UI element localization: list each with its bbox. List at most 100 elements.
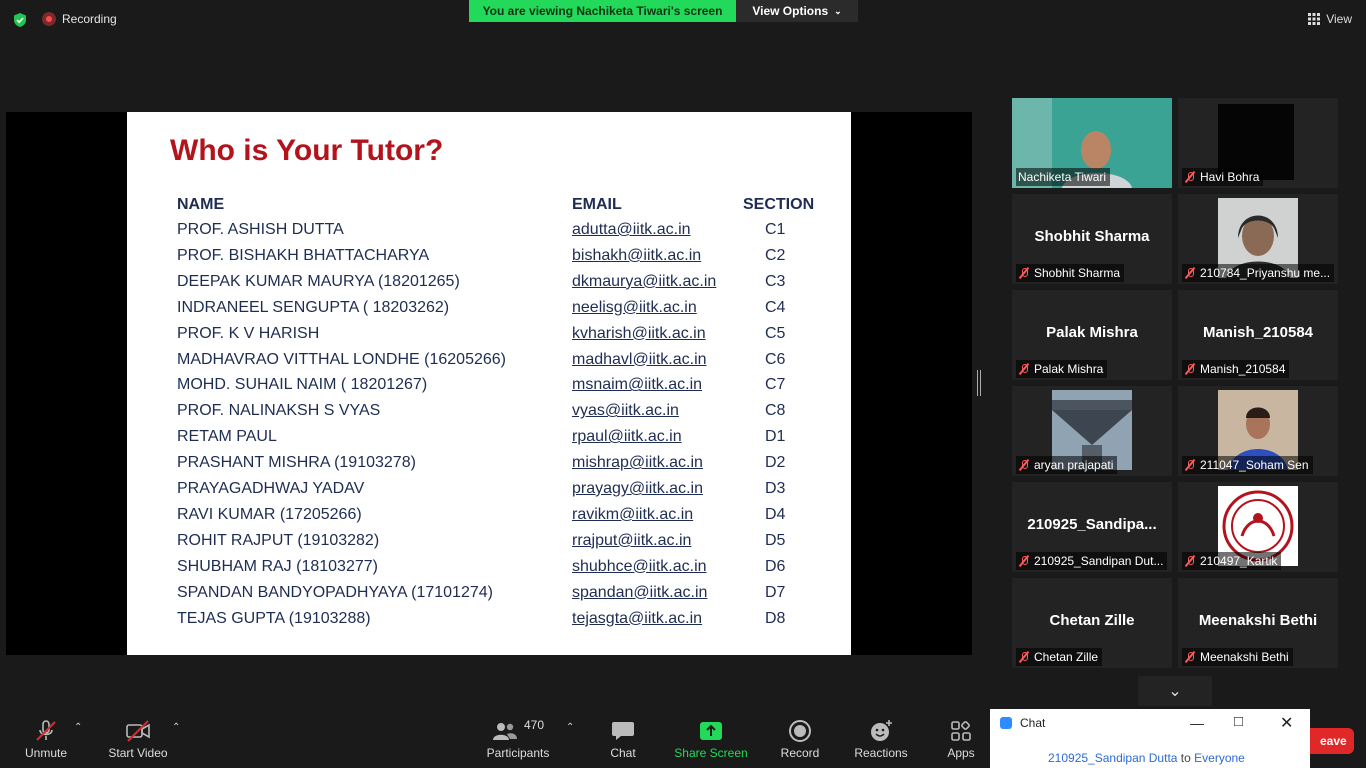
apps-label: Apps [947, 746, 975, 760]
apps-button[interactable]: Apps [944, 716, 978, 760]
participant-tile[interactable]: 211047_Soham Sen [1178, 386, 1338, 476]
tutor-email-link[interactable]: rpaul@iitk.ac.in [572, 428, 682, 446]
security-shield-icon[interactable] [12, 12, 28, 28]
participant-tile[interactable]: 210784_Priyanshu me... [1178, 194, 1338, 284]
tutor-section: C7 [765, 376, 786, 394]
name-header: NAME [177, 196, 225, 213]
tutor-email-link[interactable]: kvharish@iitk.ac.in [572, 325, 706, 343]
close-icon[interactable]: ✕ [1280, 713, 1293, 733]
tutor-email-link[interactable]: shubhce@iitk.ac.in [572, 558, 707, 576]
participant-tile[interactable]: Havi Bohra [1178, 98, 1338, 188]
chat-button[interactable]: Chat [605, 716, 641, 760]
participant-name: Manish_210584 [1200, 362, 1286, 376]
video-options-caret-icon[interactable]: ⌃ [172, 722, 180, 733]
tutor-section: D1 [765, 428, 786, 446]
tutor-section: D6 [765, 557, 786, 575]
participant-tile[interactable]: Palak Mishra Palak Mishra [1012, 290, 1172, 380]
tutor-row: PROF. K V HARISH kvharish@iitk.ac.in C5 [127, 325, 851, 351]
reactions-button[interactable]: Reactions [852, 716, 910, 760]
unmute-button[interactable]: Unmute [18, 716, 74, 760]
participant-tile[interactable]: Chetan Zille Chetan Zille [1012, 578, 1172, 668]
panel-resize-handle[interactable] [977, 370, 981, 396]
section-header: SECTION [743, 196, 815, 213]
participant-tile[interactable]: Manish_210584 Manish_210584 [1178, 290, 1338, 380]
view-options-button[interactable]: View Options ⌄ [736, 0, 858, 22]
microphone-muted-icon [1184, 363, 1196, 375]
viewing-banner: You are viewing Nachiketa Tiwari's scree… [469, 0, 736, 22]
tutor-row: INDRANEEL SENGUPTA ( 18203262) neelisg@ii… [127, 299, 851, 325]
tutor-email-link[interactable]: msnaim@iitk.ac.in [572, 376, 702, 394]
tutor-section: D3 [765, 480, 786, 497]
participants-options-caret-icon[interactable]: ⌃ [566, 722, 574, 733]
participant-name-label: Chetan Zille [1016, 648, 1103, 666]
participant-tile[interactable]: aryan prajapati [1012, 386, 1172, 476]
tutor-section: C6 [765, 350, 786, 368]
tutor-email-link[interactable]: ravikm@iitk.ac.in [572, 506, 693, 524]
minimize-icon[interactable]: — [1190, 715, 1204, 731]
view-button[interactable]: View [1308, 12, 1352, 26]
share-screen-button[interactable]: Share Screen [674, 716, 748, 760]
tutor-name: PROF. BISHAKH BHATTACHARYA [177, 246, 430, 264]
tutor-section: C3 [765, 272, 786, 290]
tutor-section: C5 [765, 324, 786, 342]
chat-label: Chat [610, 746, 636, 760]
tutor-email-link[interactable]: spandan@iitk.ac.in [572, 584, 707, 602]
tutor-row: PRAYAGADHWAJ YADAV prayagy@iitk.ac.in D3 [127, 480, 851, 506]
start-video-button[interactable]: Start Video [106, 716, 170, 760]
chat-recipient[interactable]: Everyone [1194, 751, 1245, 765]
tutor-name: MOHD. SUHAIL NAIM ( 18201267) [177, 376, 428, 394]
audio-options-caret-icon[interactable]: ⌃ [74, 722, 82, 733]
participant-name-label: Palak Mishra [1016, 360, 1108, 378]
presentation-slide: Who is Your Tutor? NAME EMAIL SECTION PR… [127, 112, 851, 655]
gallery-next-page-button[interactable]: ⌄ [1138, 676, 1212, 706]
tutor-name: RETAM PAUL [177, 428, 277, 446]
participants-button[interactable]: 470 Participants [484, 716, 552, 760]
participant-name: Shobhit Sharma [1034, 266, 1121, 280]
tutor-row: MADHAVRAO VITTHAL LONDHE (16205266) madha… [127, 351, 851, 377]
tutor-name: TEJAS GUPTA (19103288) [177, 609, 371, 627]
microphone-muted-icon [36, 720, 56, 741]
participant-name: 211047_Soham Sen [1200, 458, 1309, 472]
tutor-email-link[interactable]: madhavl@iitk.ac.in [572, 351, 707, 369]
tutor-email-link[interactable]: bishakh@iitk.ac.in [572, 247, 701, 265]
tutor-row: PROF. NALINAKSH S VYAS vyas@iitk.ac.in C8 [127, 402, 851, 428]
microphone-muted-icon [1018, 459, 1030, 471]
participant-tile[interactable]: Meenakshi Bethi Meenakshi Bethi [1178, 578, 1338, 668]
participant-tile[interactable]: 210925_Sandipa... 210925_Sandipan Dut... [1012, 482, 1172, 572]
record-button[interactable]: Record [779, 716, 821, 760]
tutor-section: D7 [765, 583, 786, 601]
tutor-email-link[interactable]: tejasgta@iitk.ac.in [572, 610, 702, 628]
participant-name: Nachiketa Tiwari [1018, 170, 1107, 184]
record-icon [789, 720, 811, 742]
tutor-email-link[interactable]: rrajput@iitk.ac.in [572, 532, 691, 550]
tutor-name: SHUBHAM RAJ (18103277) [177, 557, 378, 575]
chat-window-titlebar: Chat [990, 709, 1310, 737]
tutor-email-link[interactable]: prayagy@iitk.ac.in [572, 480, 703, 498]
participant-name-label: 211047_Soham Sen [1182, 456, 1313, 474]
tutor-row: RETAM PAUL rpaul@iitk.ac.in D1 [127, 428, 851, 454]
participant-name-label: Havi Bohra [1182, 168, 1264, 186]
tutor-row: PROF. BISHAKH BHATTACHARYA bishakh@iitk.a… [127, 247, 851, 273]
reactions-smiley-icon [871, 720, 892, 741]
tutor-email-link[interactable]: neelisg@iitk.ac.in [572, 299, 697, 317]
tutor-row: PROF. ASHISH DUTTA adutta@iitk.ac.in C1 [127, 221, 851, 247]
chat-sender[interactable]: 210925_Sandipan Dutta [1048, 751, 1177, 765]
zoom-chat-icon [1000, 717, 1012, 729]
tutor-section: D2 [765, 454, 786, 472]
tutor-email-link[interactable]: adutta@iitk.ac.in [572, 221, 691, 239]
participant-name: aryan prajapati [1034, 458, 1114, 472]
tutor-section: C8 [765, 402, 786, 420]
tutor-email-link[interactable]: vyas@iitk.ac.in [572, 402, 679, 420]
leave-button[interactable]: eave [1304, 728, 1354, 754]
participant-tile[interactable]: 210497_Kartik [1178, 482, 1338, 572]
record-label: Record [780, 746, 820, 760]
tutor-section: C4 [765, 298, 786, 316]
tutor-email-link[interactable]: dkmaurya@iitk.ac.in [572, 273, 716, 291]
participant-name-label: Nachiketa Tiwari [1016, 168, 1111, 186]
maximize-icon[interactable]: □ [1234, 713, 1243, 730]
tutor-section: C2 [765, 246, 786, 264]
recording-indicator[interactable]: Recording [42, 12, 117, 26]
participant-tile[interactable]: Nachiketa Tiwari [1012, 98, 1172, 188]
tutor-email-link[interactable]: mishrap@iitk.ac.in [572, 454, 703, 472]
participant-tile[interactable]: Shobhit Sharma Shobhit Sharma [1012, 194, 1172, 284]
